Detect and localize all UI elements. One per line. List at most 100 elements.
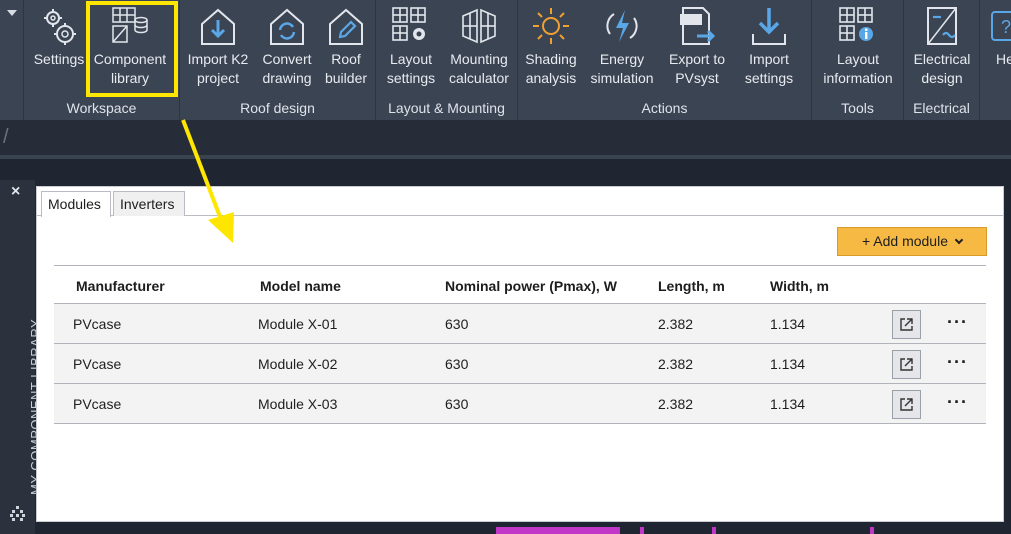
cell-model: Module X-02 [258,356,338,372]
open-external-button[interactable] [892,310,921,339]
import-k2-label-2: project [196,70,240,86]
mounting-icon [462,8,496,44]
tab-inverters[interactable]: Inverters [113,191,185,216]
group-roof-design: Import K2 project Convert drawing Roof b… [180,0,376,120]
cell-model: Module X-01 [258,316,338,332]
col-header-width[interactable]: Width, m [770,278,829,294]
cell-width: 1.134 [770,356,806,372]
electrical-design-button[interactable]: Electrical design [906,2,978,94]
table-row[interactable]: PVcase Module X-03 630 2.382 1.134 ··· [54,384,986,424]
cell-width: 1.134 [770,396,806,412]
layout-information-label-2: information [823,70,893,86]
drawing-line [496,527,620,534]
settings-label: Settings [33,51,85,67]
cell-width: 1.134 [770,316,806,332]
highlight-box [86,1,178,97]
more-options-icon[interactable]: ··· [947,312,968,333]
open-external-icon [900,398,913,411]
group-label-roof-design: Roof design [240,100,315,116]
electrical-design-label-1: Electrical [913,51,971,67]
cell-length: 2.382 [658,356,694,372]
group-label-layout-mounting: Layout & Mounting [388,100,505,116]
close-icon[interactable]: × [11,183,20,201]
command-divider [0,155,1011,159]
add-module-label: + Add module [861,233,948,249]
settings-button[interactable]: Settings [27,2,91,94]
group-label-actions: Actions [641,100,688,116]
group-layout-mounting: Layout settings Mounting calculator Layo… [376,0,518,120]
cell-model: Module X-03 [258,396,338,412]
modules-table: Manufacturer Model name Nominal power (P… [54,265,986,424]
col-header-model-name[interactable]: Model name [260,278,341,294]
mounting-calculator-button[interactable]: Mounting calculator [442,2,516,94]
open-external-button[interactable] [892,350,921,379]
layout-settings-label-2: settings [386,70,436,86]
import-settings-button[interactable]: Import settings [736,2,802,94]
group-help: ? He [980,0,1011,120]
group-label-tools: Tools [841,100,874,116]
export-pvsyst-button[interactable]: Export to PVsyst [660,2,734,94]
import-settings-label-1: Import [749,51,789,67]
cell-manufacturer: PVcase [73,356,122,372]
shading-analysis-label-2: analysis [525,70,577,86]
roof-builder-button[interactable]: Roof builder [318,2,374,94]
group-electrical: Electrical design Electrical [904,0,980,120]
shading-analysis-button[interactable]: Shading analysis [518,2,584,94]
pvc-export-icon [680,7,716,45]
house-convert-icon [270,8,304,45]
open-external-button[interactable] [892,390,921,419]
svg-text:?: ? [1001,17,1011,37]
export-pvsyst-label-1: Export to [668,51,726,67]
panels-gear-icon [392,7,426,41]
add-module-button[interactable]: + Add module [837,227,987,256]
command-strip: / [0,120,1011,158]
roof-builder-label-1: Roof [331,51,361,67]
tab-modules[interactable]: Modules [41,191,111,217]
more-options-icon[interactable]: ··· [947,392,968,413]
cell-power: 630 [445,356,469,372]
help-button[interactable]: ? He [984,2,1011,94]
grip-icon[interactable] [10,506,26,522]
energy-simulation-label-2: simulation [590,70,654,86]
gears-icon [44,9,76,45]
panels-info-icon [839,7,873,41]
mounting-calculator-label-1: Mounting [450,51,508,67]
electrical-icon [927,7,957,45]
sun-icon [533,8,569,44]
drawing-line [640,527,644,534]
convert-drawing-label-2: drawing [262,70,312,86]
caret-down-icon [7,10,17,16]
component-library-panel: Modules Inverters + Add module Manufactu… [36,186,1004,522]
electrical-design-label-2: design [921,70,963,86]
drawing-line [870,527,874,534]
roof-builder-label-2: builder [324,70,368,86]
cell-length: 2.382 [658,396,694,412]
download-icon [752,8,786,45]
group-label-workspace: Workspace [66,100,137,116]
ribbon: Settings Component library Workspace Imp… [0,0,1011,120]
cell-power: 630 [445,396,469,412]
command-line-text: / [3,126,9,148]
help-icon: ? [991,11,1011,41]
chevron-down-icon [954,235,964,245]
import-k2-button[interactable]: Import K2 project [182,2,254,94]
col-header-manufacturer[interactable]: Manufacturer [76,278,165,294]
open-external-icon [900,318,913,331]
group-tools: Layout information Tools [812,0,904,120]
convert-drawing-label-1: Convert [262,51,312,67]
ribbon-collapse[interactable] [0,0,24,120]
table-row[interactable]: PVcase Module X-02 630 2.382 1.134 ··· [54,344,986,384]
table-row[interactable]: PVcase Module X-01 630 2.382 1.134 ··· [54,304,986,344]
energy-simulation-label-1: Energy [599,51,645,67]
layout-information-button[interactable]: Layout information [816,2,900,94]
mounting-calculator-label-2: calculator [449,70,509,86]
layout-settings-button[interactable]: Layout settings [380,2,442,94]
group-label-electrical: Electrical [913,100,970,116]
more-options-icon[interactable]: ··· [947,352,968,373]
help-label: He [996,51,1011,67]
energy-simulation-button[interactable]: Energy simulation [584,2,660,94]
col-header-length[interactable]: Length, m [658,278,725,294]
col-header-nominal-power[interactable]: Nominal power (Pmax), W [445,278,617,294]
open-external-icon [900,358,913,371]
convert-drawing-button[interactable]: Convert drawing [256,2,318,94]
